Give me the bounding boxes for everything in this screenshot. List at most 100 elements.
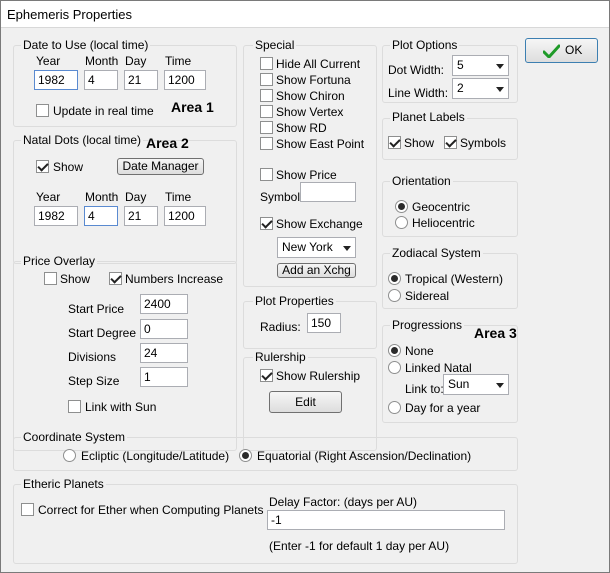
checkmark-icon bbox=[543, 44, 560, 58]
link-with-sun-checkbox[interactable] bbox=[68, 400, 81, 413]
natal-month-input[interactable]: 4 bbox=[84, 206, 118, 226]
day-for-year-label: Day for a year bbox=[405, 401, 481, 415]
start-degree-input[interactable]: 0 bbox=[140, 319, 188, 339]
start-price-input[interactable]: 2400 bbox=[140, 294, 188, 314]
update-realtime-checkbox[interactable] bbox=[36, 104, 49, 117]
geocentric-radio[interactable] bbox=[395, 200, 408, 213]
progressions-label: Progressions bbox=[390, 318, 465, 332]
show-exchange-label: Show Exchange bbox=[276, 217, 363, 231]
ok-button[interactable]: OK bbox=[525, 38, 598, 63]
natal-show-checkbox[interactable] bbox=[36, 160, 49, 173]
start-price-label: Start Price bbox=[68, 302, 125, 316]
add-xchg-button[interactable]: Add an Xchg bbox=[277, 263, 356, 278]
numbers-increase-label: Numbers Increase bbox=[125, 272, 224, 286]
natal-day-input[interactable]: 21 bbox=[124, 206, 158, 226]
date-year-input[interactable]: 1982 bbox=[34, 70, 78, 90]
show-exchange-checkbox[interactable] bbox=[260, 217, 273, 230]
show-east-point-checkbox[interactable] bbox=[260, 137, 273, 150]
linked-natal-radio[interactable] bbox=[388, 361, 401, 374]
exchange-select-value: New York bbox=[282, 240, 333, 254]
exchange-select[interactable]: New York bbox=[277, 237, 356, 258]
date-day-header: Day bbox=[125, 54, 147, 68]
ecliptic-label: Ecliptic (Longitude/Latitude) bbox=[81, 449, 230, 463]
natal-time-header: Time bbox=[165, 190, 192, 204]
delay-factor-input[interactable]: -1 bbox=[267, 510, 505, 530]
natal-month-header: Month bbox=[85, 190, 119, 204]
date-month-header: Month bbox=[85, 54, 119, 68]
show-price-label: Show Price bbox=[276, 168, 337, 182]
show-chiron-checkbox[interactable] bbox=[260, 89, 273, 102]
progression-none-label: None bbox=[405, 344, 434, 358]
heliocentric-radio[interactable] bbox=[395, 216, 408, 229]
numbers-increase-checkbox[interactable] bbox=[109, 272, 122, 285]
date-day-input[interactable]: 21 bbox=[124, 70, 158, 90]
show-fortuna-checkbox[interactable] bbox=[260, 73, 273, 86]
hide-all-current-checkbox[interactable] bbox=[260, 57, 273, 70]
equatorial-label: Equatorial (Right Ascension/Declination) bbox=[257, 449, 472, 463]
day-for-year-radio[interactable] bbox=[388, 401, 401, 414]
chevron-down-icon bbox=[496, 383, 504, 388]
title-bar: Ephemeris Properties bbox=[1, 1, 609, 28]
step-size-label: Step Size bbox=[68, 374, 120, 388]
divisions-input[interactable]: 24 bbox=[140, 343, 188, 363]
natal-year-input[interactable]: 1982 bbox=[34, 206, 78, 226]
planet-labels-show-checkbox[interactable] bbox=[388, 136, 401, 149]
correct-for-ether-checkbox[interactable] bbox=[21, 503, 34, 516]
equatorial-radio[interactable] bbox=[239, 449, 252, 462]
natal-time-input[interactable]: 1200 bbox=[164, 206, 206, 226]
step-size-input[interactable]: 1 bbox=[140, 367, 188, 387]
price-show-checkbox[interactable] bbox=[44, 272, 57, 285]
plot-properties-label: Plot Properties bbox=[253, 294, 336, 308]
date-to-use-label: Date to Use (local time) bbox=[21, 38, 151, 52]
coordinate-system-label: Coordinate System bbox=[21, 430, 128, 444]
show-vertex-checkbox[interactable] bbox=[260, 105, 273, 118]
price-show-label: Show bbox=[60, 272, 91, 286]
delay-factor-hint: (Enter -1 for default 1 day per AU) bbox=[269, 539, 450, 553]
link-to-select[interactable]: Sun bbox=[443, 374, 509, 395]
show-rulership-checkbox[interactable] bbox=[260, 369, 273, 382]
edit-button[interactable]: Edit bbox=[269, 391, 342, 413]
planet-labels-symbols-checkbox[interactable] bbox=[444, 136, 457, 149]
dot-width-value: 5 bbox=[457, 58, 464, 72]
show-fortuna-label: Show Fortuna bbox=[276, 73, 351, 87]
date-manager-button[interactable]: Date Manager bbox=[117, 158, 204, 175]
show-vertex-label: Show Vertex bbox=[276, 105, 344, 119]
planet-labels-symbols-label: Symbols bbox=[460, 136, 507, 150]
date-month-input[interactable]: 4 bbox=[84, 70, 118, 90]
dialog-client: Date to Use (local time) Year Month Day … bbox=[1, 28, 609, 572]
area-1-annotation: Area 1 bbox=[171, 99, 214, 115]
date-time-input[interactable]: 1200 bbox=[164, 70, 206, 90]
radius-input[interactable]: 150 bbox=[307, 313, 341, 333]
radius-label: Radius: bbox=[260, 320, 301, 334]
dot-width-select[interactable]: 5 bbox=[452, 55, 509, 76]
area-3-annotation: Area 3 bbox=[474, 325, 517, 341]
sidereal-label: Sidereal bbox=[405, 289, 450, 303]
orientation-label: Orientation bbox=[390, 174, 453, 188]
hide-all-current-label: Hide All Current bbox=[276, 57, 361, 71]
ephemeris-properties-window: Ephemeris Properties Date to Use (local … bbox=[0, 0, 610, 573]
area-2-annotation: Area 2 bbox=[146, 135, 189, 151]
natal-year-header: Year bbox=[36, 190, 61, 204]
symbol-input[interactable] bbox=[300, 182, 356, 202]
rulership-label: Rulership bbox=[253, 350, 308, 364]
chevron-down-icon bbox=[343, 246, 351, 251]
divisions-label: Divisions bbox=[68, 350, 117, 364]
show-rd-label: Show RD bbox=[276, 121, 327, 135]
natal-day-header: Day bbox=[125, 190, 147, 204]
chevron-down-icon bbox=[496, 87, 504, 92]
geocentric-label: Geocentric bbox=[412, 200, 471, 214]
natal-show-label: Show bbox=[53, 160, 84, 174]
line-width-select[interactable]: 2 bbox=[452, 78, 509, 99]
special-label: Special bbox=[253, 38, 297, 52]
ecliptic-radio[interactable] bbox=[63, 449, 76, 462]
tropical-radio[interactable] bbox=[388, 272, 401, 285]
show-price-checkbox[interactable] bbox=[260, 168, 273, 181]
sidereal-radio[interactable] bbox=[388, 289, 401, 302]
tropical-label: Tropical (Western) bbox=[405, 272, 504, 286]
show-east-point-label: Show East Point bbox=[276, 137, 365, 151]
show-rd-checkbox[interactable] bbox=[260, 121, 273, 134]
delay-factor-label: Delay Factor: (days per AU) bbox=[269, 495, 418, 509]
plot-options-label: Plot Options bbox=[390, 38, 460, 52]
progression-none-radio[interactable] bbox=[388, 344, 401, 357]
link-to-value: Sun bbox=[448, 377, 470, 391]
